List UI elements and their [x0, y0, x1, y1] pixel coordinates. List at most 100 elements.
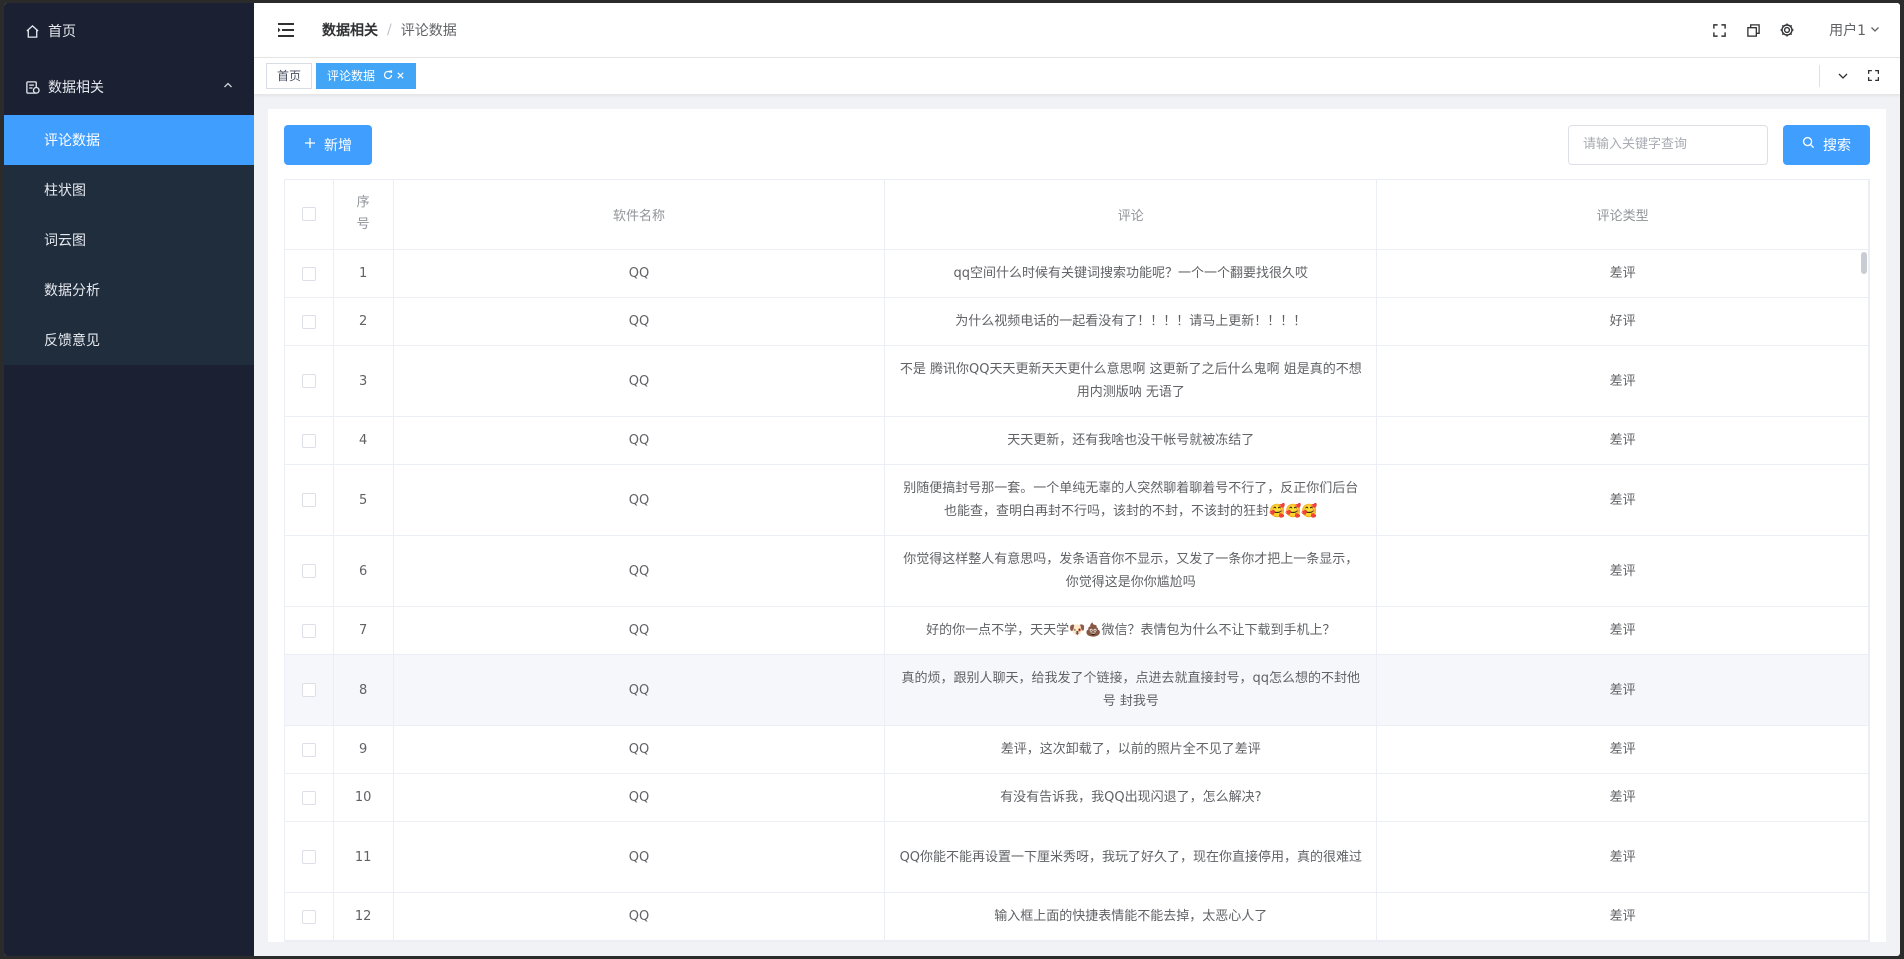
hamburger-icon[interactable] [274, 18, 298, 42]
sidebar-item-analysis[interactable]: 数据分析 [4, 265, 254, 315]
table-row[interactable]: 4 QQ 天天更新，还有我啥也没干帐号就被冻结了 差评 [285, 416, 1869, 465]
app-window: 首页 数据相关 评论数据 柱状图 词云图 数据分析 反馈意见 数据相关 / 评论… [4, 3, 1900, 956]
sidebar-item-comments[interactable]: 评论数据 [4, 115, 254, 165]
main-area: 数据相关 / 评论数据 用户1 首页 评论数据 新增 请输入关键字查询 搜索 序… [254, 3, 1900, 956]
gear-icon[interactable] [1777, 20, 1797, 40]
cell-software: QQ [393, 773, 886, 822]
cell-index: 8 [333, 654, 394, 726]
sidebar-group-data[interactable]: 数据相关 [4, 59, 254, 115]
cell-comment: 别随便搞封号那一套。一个单纯无辜的人突然聊着聊着号不行了，反正你们后台也能查，查… [884, 464, 1378, 536]
cell-software: QQ [393, 725, 886, 774]
table-row[interactable]: 11 QQ QQ你能不能再设置一下厘米秀呀，我玩了好久了，现在你直接停用，真的很… [285, 821, 1869, 893]
copy-icon[interactable] [1743, 20, 1763, 40]
breadcrumb-separator: / [387, 22, 392, 39]
cell-comment: 不是 腾讯你QQ天天更新天天更什么意思啊 这更新了之后什么鬼啊 姐是真的不想用内… [884, 345, 1378, 417]
select-all-checkbox[interactable] [285, 179, 334, 250]
cell-comment: 输入框上面的快捷表情能不能去掉，太恶心人了 [884, 892, 1378, 941]
tags-divider [1819, 64, 1820, 87]
tag-home[interactable]: 首页 [266, 62, 313, 89]
sidebar-item-home[interactable]: 首页 [4, 3, 254, 59]
cell-comment: 真的烦，跟别人聊天，给我发了个链接，点进去就直接封号，qq怎么想的不封他号 封我… [884, 654, 1378, 726]
cell-comment: qq空间什么时候有关键词搜索功能呢？一个一个翻要找很久哎 [884, 249, 1378, 298]
table-row[interactable]: 7 QQ 好的你一点不学，天天学🐶💩微信？表情包为什么不让下载到手机上？ 差评 [285, 606, 1869, 655]
chevron-down-icon [1866, 22, 1880, 38]
row-checkbox[interactable] [285, 297, 334, 346]
table-row[interactable]: 1 QQ qq空间什么时候有关键词搜索功能呢？一个一个翻要找很久哎 差评 [285, 249, 1869, 298]
navbar-actions: 用户1 [1709, 20, 1880, 40]
tag-comments[interactable]: 评论数据 [316, 62, 417, 89]
cell-comment: 你觉得这样整人有意思吗，发条语音你不显示，又发了一条你才把上一条显示，你觉得这是… [884, 535, 1378, 607]
search-input[interactable] [1568, 124, 1768, 165]
row-checkbox[interactable] [285, 821, 334, 893]
add-button-label: 新增 [324, 137, 352, 154]
sidebar-submenu: 评论数据 柱状图 词云图 数据分析 反馈意见 [4, 115, 254, 365]
chevron-up-icon [222, 79, 234, 95]
cell-index: 7 [333, 606, 394, 655]
cell-comment: 有没有告诉我，我QQ出现闪退了，怎么解决? [884, 773, 1378, 822]
row-checkbox[interactable] [285, 464, 334, 536]
row-checkbox[interactable] [285, 725, 334, 774]
row-checkbox[interactable] [285, 416, 334, 465]
chevron-down-icon[interactable] [1828, 61, 1858, 91]
cell-type: 差评 [1376, 249, 1869, 298]
table-scrollbar[interactable] [1861, 251, 1867, 274]
sidebar-group-label: 数据相关 [48, 80, 104, 96]
sidebar-item-bar-chart[interactable]: 柱状图 [4, 165, 254, 215]
cell-comment: QQ你能不能再设置一下厘米秀呀，我玩了好久了，现在你直接停用，真的很难过 [884, 821, 1378, 893]
cell-index: 5 [333, 464, 394, 536]
refresh-icon[interactable] [383, 69, 393, 83]
sidebar-item-label: 数据分析 [44, 283, 100, 299]
column-header-comment: 评论 [884, 179, 1378, 250]
breadcrumb: 数据相关 / 评论数据 [322, 20, 457, 40]
cell-software: QQ [393, 297, 886, 346]
cell-type: 差评 [1376, 535, 1869, 607]
close-icon[interactable] [396, 69, 405, 83]
column-header-software: 软件名称 [393, 179, 886, 250]
sidebar-item-label: 反馈意见 [44, 333, 100, 349]
cell-type: 差评 [1376, 725, 1869, 774]
sidebar-item-label: 柱状图 [44, 183, 86, 199]
row-checkbox[interactable] [285, 345, 334, 417]
table-row[interactable]: 2 QQ 为什么视频电话的一起看没有了！！！！请马上更新！！！！ 好评 [285, 297, 1869, 346]
cell-index: 6 [333, 535, 394, 607]
column-header-index: 序号 [333, 179, 394, 250]
cell-type: 差评 [1376, 654, 1869, 726]
row-checkbox[interactable] [285, 249, 334, 298]
tags-actions [1819, 58, 1888, 93]
row-checkbox[interactable] [285, 773, 334, 822]
cell-software: QQ [393, 249, 886, 298]
fullscreen-icon[interactable] [1709, 20, 1729, 40]
content-card: 新增 搜索 [268, 108, 1886, 942]
fullscreen-icon[interactable] [1858, 61, 1888, 91]
row-checkbox[interactable] [285, 654, 334, 726]
row-checkbox[interactable] [285, 535, 334, 607]
tag-label: 首页 [277, 69, 302, 84]
cell-index: 2 [333, 297, 394, 346]
row-checkbox[interactable] [285, 892, 334, 941]
table-row[interactable]: 9 QQ 差评，这次卸载了，以前的照片全不见了差评 差评 [285, 725, 1869, 774]
sidebar-item-feedback[interactable]: 反馈意见 [4, 315, 254, 365]
cell-type: 差评 [1376, 821, 1869, 893]
table-row[interactable]: 3 QQ 不是 腾讯你QQ天天更新天天更什么意思啊 这更新了之后什么鬼啊 姐是真… [285, 345, 1869, 417]
cell-type: 好评 [1376, 297, 1869, 346]
table-row[interactable]: 8 QQ 真的烦，跟别人聊天，给我发了个链接，点进去就直接封号，qq怎么想的不封… [285, 654, 1869, 726]
table-row[interactable]: 12 QQ 输入框上面的快捷表情能不能去掉，太恶心人了 差评 [285, 892, 1869, 941]
cell-index: 3 [333, 345, 394, 417]
sidebar: 首页 数据相关 评论数据 柱状图 词云图 数据分析 反馈意见 [4, 3, 254, 956]
row-checkbox[interactable] [285, 606, 334, 655]
sidebar-item-word-cloud[interactable]: 词云图 [4, 215, 254, 265]
add-button[interactable]: 新增 [284, 124, 372, 165]
table-row[interactable]: 5 QQ 别随便搞封号那一套。一个单纯无辜的人突然聊着聊着号不行了，反正你们后台… [285, 464, 1869, 536]
table-row[interactable]: 10 QQ 有没有告诉我，我QQ出现闪退了，怎么解决? 差评 [285, 773, 1869, 822]
user-menu[interactable]: 用户1 [1829, 20, 1880, 40]
sidebar-item-label: 首页 [48, 24, 76, 40]
cell-type: 差评 [1376, 345, 1869, 417]
data-icon [24, 79, 40, 95]
cell-software: QQ [393, 416, 886, 465]
search-button[interactable]: 搜索 [1783, 124, 1870, 165]
cell-software: QQ [393, 654, 886, 726]
comments-table: 序号 软件名称 评论 评论类型 1 QQ qq空间什么时候有关键词搜索功能呢？一… [284, 178, 1870, 942]
table-row[interactable]: 6 QQ 你觉得这样整人有意思吗，发条语音你不显示，又发了一条你才把上一条显示，… [285, 535, 1869, 607]
cell-comment: 天天更新，还有我啥也没干帐号就被冻结了 [884, 416, 1378, 465]
cell-software: QQ [393, 464, 886, 536]
